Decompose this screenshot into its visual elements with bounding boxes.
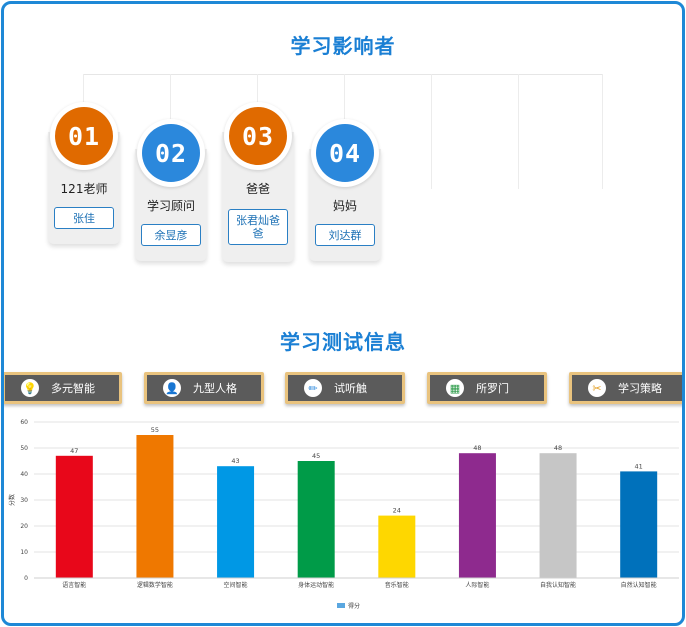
x-tick-label: 逻辑数学智能: [137, 581, 173, 589]
data-label: 48: [554, 444, 562, 452]
bar: [378, 515, 416, 578]
influencer-role: 学习顾问: [146, 199, 195, 213]
grid-line: [518, 74, 519, 189]
x-tick-label: 空间智能: [224, 581, 248, 589]
bar: [297, 461, 335, 578]
bar: [217, 466, 255, 578]
y-tick-label: 0: [24, 575, 28, 582]
tab-label: 所罗门: [476, 382, 509, 395]
tab-label: 九型人格: [193, 382, 237, 395]
number-badge: 01: [55, 107, 113, 165]
y-tick-label: 60: [20, 419, 28, 426]
bar: [136, 435, 174, 578]
influencer-role: 爸爸: [245, 182, 270, 196]
influencer-name-button[interactable]: 余昱彦: [141, 224, 201, 246]
tab-learning-strategy[interactable]: ✂ 学习策略: [569, 372, 682, 404]
data-label: 41: [635, 462, 643, 470]
grid-icon: ▦: [446, 379, 464, 397]
legend-swatch: [337, 603, 345, 608]
bar: [458, 453, 496, 578]
main-frame: 学习影响者 01 121老师 张佳 02 学习顾问 余昱彦 03 爸爸 张君灿爸…: [1, 1, 685, 626]
number-badge: 02: [142, 124, 200, 182]
y-tick-label: 40: [20, 471, 28, 478]
tab-label: 学习策略: [618, 382, 662, 395]
tools-icon: ✂: [588, 379, 606, 397]
influencer-name-button[interactable]: 张佳: [54, 207, 114, 229]
data-label: 55: [151, 426, 159, 434]
grid-line: [602, 74, 603, 189]
tab-multiple-intelligences[interactable]: 💡 多元智能: [4, 372, 122, 404]
score-bar-chart: 0 10 20 30 40 50 60 分数 47 语言智能 55 逻辑数学智能 43 空间智能 45 身体运…: [8, 419, 679, 610]
bar: [620, 471, 658, 578]
x-tick-label: 音乐智能: [385, 581, 409, 589]
tab-enneagram[interactable]: 👤 九型人格: [144, 372, 264, 404]
bar: [55, 455, 93, 578]
x-tick-label: 身体运动智能: [298, 581, 334, 589]
pencil-icon: ✏: [304, 379, 322, 397]
grid-line: [431, 74, 432, 189]
tab-label: 试听触: [334, 382, 367, 395]
influencer-role: 121老师: [60, 182, 108, 196]
y-tick-label: 50: [20, 445, 28, 452]
y-tick-label: 20: [20, 523, 28, 530]
influencer-role: 妈妈: [332, 199, 357, 213]
bulb-icon: 💡: [21, 379, 39, 397]
tab-vak[interactable]: ✏ 试听触: [285, 372, 405, 404]
bar: [539, 453, 577, 578]
number-badge: 03: [229, 107, 287, 165]
influencer-name-button[interactable]: 张君灿爸爸: [228, 209, 288, 245]
data-label: 48: [473, 444, 481, 452]
section-title-influencers: 学习影响者: [290, 34, 396, 58]
number-badge: 04: [316, 124, 374, 182]
x-tick-label: 自然认知智能: [621, 581, 657, 589]
data-label: 47: [70, 447, 78, 455]
section-title-test-info: 学习测试信息: [280, 330, 406, 354]
x-tick-label: 语言智能: [62, 581, 86, 589]
grid-line: [83, 74, 603, 75]
legend-label: 得分: [348, 602, 360, 610]
data-label: 43: [231, 457, 239, 465]
x-tick-label: 人际智能: [465, 581, 489, 589]
person-icon: 👤: [163, 379, 181, 397]
data-label: 24: [393, 507, 401, 515]
influencer-name-button[interactable]: 刘达群: [315, 224, 375, 246]
tab-label: 多元智能: [51, 382, 95, 395]
y-axis-label: 分数: [8, 494, 16, 506]
x-tick-label: 自我认知智能: [540, 581, 576, 589]
y-tick-label: 10: [20, 549, 28, 556]
data-label: 45: [312, 452, 320, 460]
tab-solomon[interactable]: ▦ 所罗门: [427, 372, 547, 404]
y-tick-label: 30: [20, 497, 28, 504]
